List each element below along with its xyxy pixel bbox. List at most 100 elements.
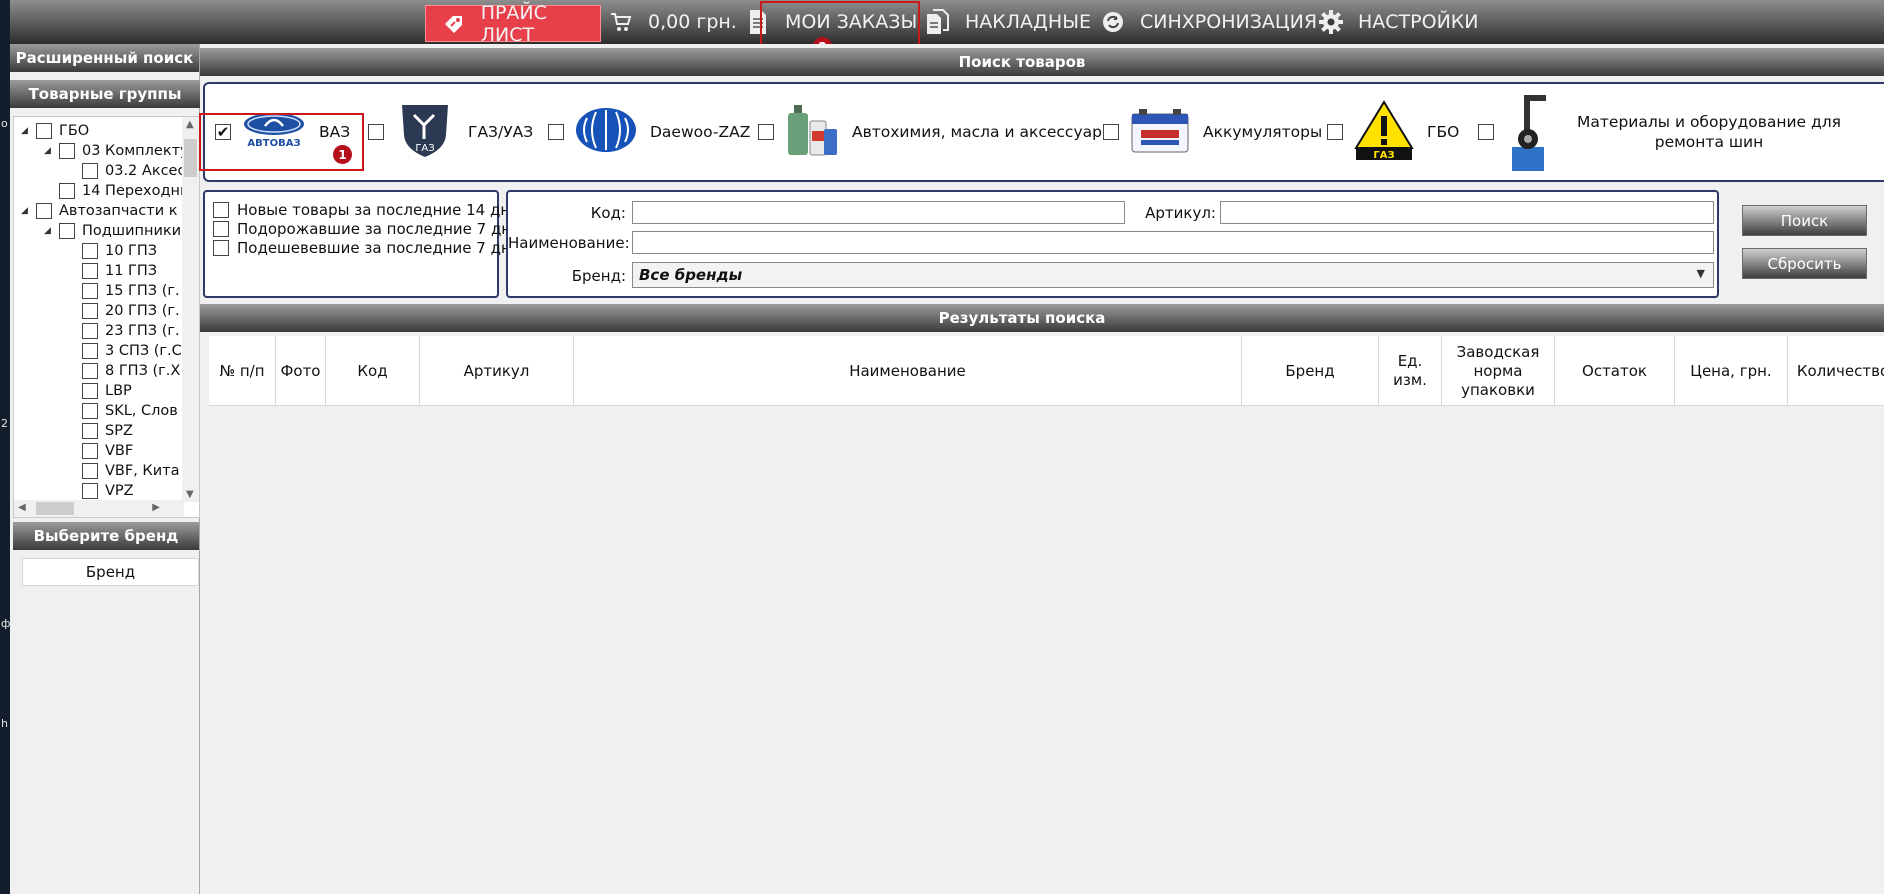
settings-button[interactable]: НАСТРОЙКИ: [1318, 0, 1479, 44]
tree-item-checkbox[interactable]: [59, 143, 75, 159]
column-header-package-norm[interactable]: Заводская норма упаковки: [1442, 336, 1555, 406]
filter-price-decreased-checkbox[interactable]: [213, 239, 229, 256]
tree-item[interactable]: SKL, Слов: [67, 401, 178, 421]
cart-button[interactable]: 0,00 грн.: [608, 0, 737, 44]
column-header-article[interactable]: Артикул: [420, 336, 574, 406]
tree-item-checkbox[interactable]: [82, 243, 98, 259]
sync-button[interactable]: СИНХРОНИЗАЦИЯ: [1100, 0, 1317, 44]
group-batteries-checkbox[interactable]: [1103, 124, 1119, 140]
group-autochemistry-checkbox[interactable]: [758, 124, 774, 140]
tree-item[interactable]: 8 ГПЗ (г.Х: [67, 361, 180, 381]
group-tire-equipment-label: Материалы и оборудование для ремонта шин: [1577, 113, 1841, 151]
column-header-code[interactable]: Код: [326, 336, 420, 406]
tree-item[interactable]: LBP: [67, 381, 132, 401]
advanced-search-header[interactable]: Расширенный поиск: [10, 44, 199, 72]
brand-select[interactable]: Все бренды ▼: [632, 262, 1714, 288]
brand-column-header[interactable]: Бренд: [22, 558, 199, 586]
tree-item[interactable]: VPZ: [67, 481, 134, 501]
column-header-price[interactable]: Цена, грн.: [1675, 336, 1788, 406]
tree-item[interactable]: ◢ ГБО: [21, 121, 89, 141]
scroll-right-icon[interactable]: ▶: [152, 502, 160, 513]
tree-item[interactable]: VBF, Кита: [67, 461, 179, 481]
tree-horizontal-scrollbar[interactable]: ◀ ▶: [14, 500, 184, 517]
tree-item[interactable]: ◢ Подшипники: [44, 221, 181, 241]
tree-item-checkbox[interactable]: [82, 283, 98, 299]
column-header-photo[interactable]: Фото: [276, 336, 326, 406]
group-gaz-uaz-checkbox[interactable]: [368, 124, 384, 140]
reset-button[interactable]: Сбросить: [1742, 248, 1867, 279]
tree-item-checkbox[interactable]: [82, 423, 98, 439]
column-header-quantity[interactable]: Количество: [1788, 336, 1884, 406]
column-header-stock[interactable]: Остаток: [1555, 336, 1675, 406]
tree-item-checkbox[interactable]: [82, 383, 98, 399]
group-daewoo-zaz[interactable]: Daewoo-ZAZ: [548, 84, 750, 180]
scrollbar-thumb[interactable]: [36, 502, 74, 515]
tree-item[interactable]: 3 СПЗ (г.С: [67, 341, 182, 361]
group-daewoo-zaz-checkbox[interactable]: [548, 124, 564, 140]
group-gbo-checkbox[interactable]: [1327, 124, 1343, 140]
scroll-up-icon[interactable]: ▲: [186, 119, 194, 130]
name-input[interactable]: [632, 231, 1714, 254]
filter-price-increased-checkbox[interactable]: [213, 220, 229, 237]
scroll-left-icon[interactable]: ◀: [18, 502, 26, 513]
tree-item[interactable]: 11 ГПЗ: [67, 261, 157, 281]
tree-item[interactable]: ◢03 Комплектующие: [44, 141, 199, 161]
scrollbar-thumb[interactable]: [184, 139, 197, 177]
tree-item-checkbox[interactable]: [59, 223, 75, 239]
article-input[interactable]: [1220, 201, 1714, 224]
name-label: Наименование:: [508, 234, 630, 252]
filter-new-items[interactable]: Новые товары за последние 14 дней: [205, 200, 529, 219]
column-header-unit[interactable]: Ед. изм.: [1379, 336, 1442, 406]
expand-toggle-icon[interactable]: ◢: [44, 146, 54, 156]
tree-item-checkbox[interactable]: [36, 123, 52, 139]
tree-item[interactable]: SPZ: [67, 421, 133, 441]
tree-item[interactable]: 10 ГПЗ: [67, 241, 157, 261]
tree-item-label: 20 ГПЗ (г.: [105, 303, 180, 319]
column-header-number[interactable]: № п/п: [209, 336, 276, 406]
tree-item[interactable]: ◢ Автозапчасти к автомобилям: [21, 201, 199, 221]
scroll-down-icon[interactable]: ▼: [186, 489, 194, 500]
tree-item-checkbox[interactable]: [82, 343, 98, 359]
tree-item-checkbox[interactable]: [82, 323, 98, 339]
tree-item-checkbox[interactable]: [59, 183, 75, 199]
sync-icon: [1100, 9, 1126, 35]
annotation-marker-1: 1: [333, 145, 352, 164]
tree-item-checkbox[interactable]: [82, 263, 98, 279]
tree-item[interactable]: VBF: [67, 441, 133, 461]
tree-item-checkbox[interactable]: [82, 443, 98, 459]
tree-item[interactable]: 15 ГПЗ (г.: [67, 281, 180, 301]
tree-item-checkbox[interactable]: [82, 483, 98, 499]
group-autochemistry[interactable]: Автохимия, масла и аксессуары: [758, 84, 1114, 180]
filter-price-increased[interactable]: Подорожавшие за последние 7 дней: [205, 219, 530, 238]
group-tire-equipment-checkbox[interactable]: [1478, 124, 1494, 140]
tree-item-checkbox[interactable]: [82, 163, 98, 179]
battery-icon: [1129, 104, 1191, 160]
filter-new-items-checkbox[interactable]: [213, 201, 229, 218]
price-list-button[interactable]: ПРАЙС ЛИСТ: [425, 2, 601, 46]
tree-vertical-scrollbar[interactable]: ▲ ▼: [182, 117, 199, 502]
desktop-edge: о 2 ф h: [0, 0, 10, 894]
tree-item[interactable]: 23 ГПЗ (г.: [67, 321, 180, 341]
group-batteries[interactable]: Аккумуляторы: [1103, 84, 1322, 180]
tree-item-checkbox[interactable]: [82, 363, 98, 379]
tree-item[interactable]: 20 ГПЗ (г.: [67, 301, 180, 321]
invoices-button[interactable]: НАКЛАДНЫЕ: [925, 0, 1091, 44]
tree-item[interactable]: 14 Переходники: [44, 181, 199, 201]
tree-item-checkbox[interactable]: [82, 403, 98, 419]
expand-toggle-icon[interactable]: ◢: [21, 206, 31, 216]
tree-item-checkbox[interactable]: [82, 303, 98, 319]
expand-toggle-icon[interactable]: ◢: [21, 126, 31, 136]
choose-brand-header: Выберите бренд: [13, 522, 199, 550]
tree-item-checkbox[interactable]: [36, 203, 52, 219]
search-button[interactable]: Поиск: [1742, 205, 1867, 236]
tree-item[interactable]: 03.2 Аксессуары: [67, 161, 199, 181]
column-header-brand[interactable]: Бренд: [1242, 336, 1379, 406]
expand-toggle-icon[interactable]: ◢: [44, 226, 54, 236]
group-gbo[interactable]: ГАЗ ГБО: [1327, 84, 1459, 180]
column-header-name[interactable]: Наименование: [574, 336, 1242, 406]
filter-price-decreased[interactable]: Подешевевшие за последние 7 дней: [205, 238, 530, 257]
code-input[interactable]: [632, 201, 1125, 224]
group-tire-equipment[interactable]: Материалы и оборудование для ремонта шин: [1478, 84, 1854, 180]
tree-item-checkbox[interactable]: [82, 463, 98, 479]
group-gaz-uaz[interactable]: ГАЗ ГАЗ/УАЗ: [368, 84, 533, 180]
